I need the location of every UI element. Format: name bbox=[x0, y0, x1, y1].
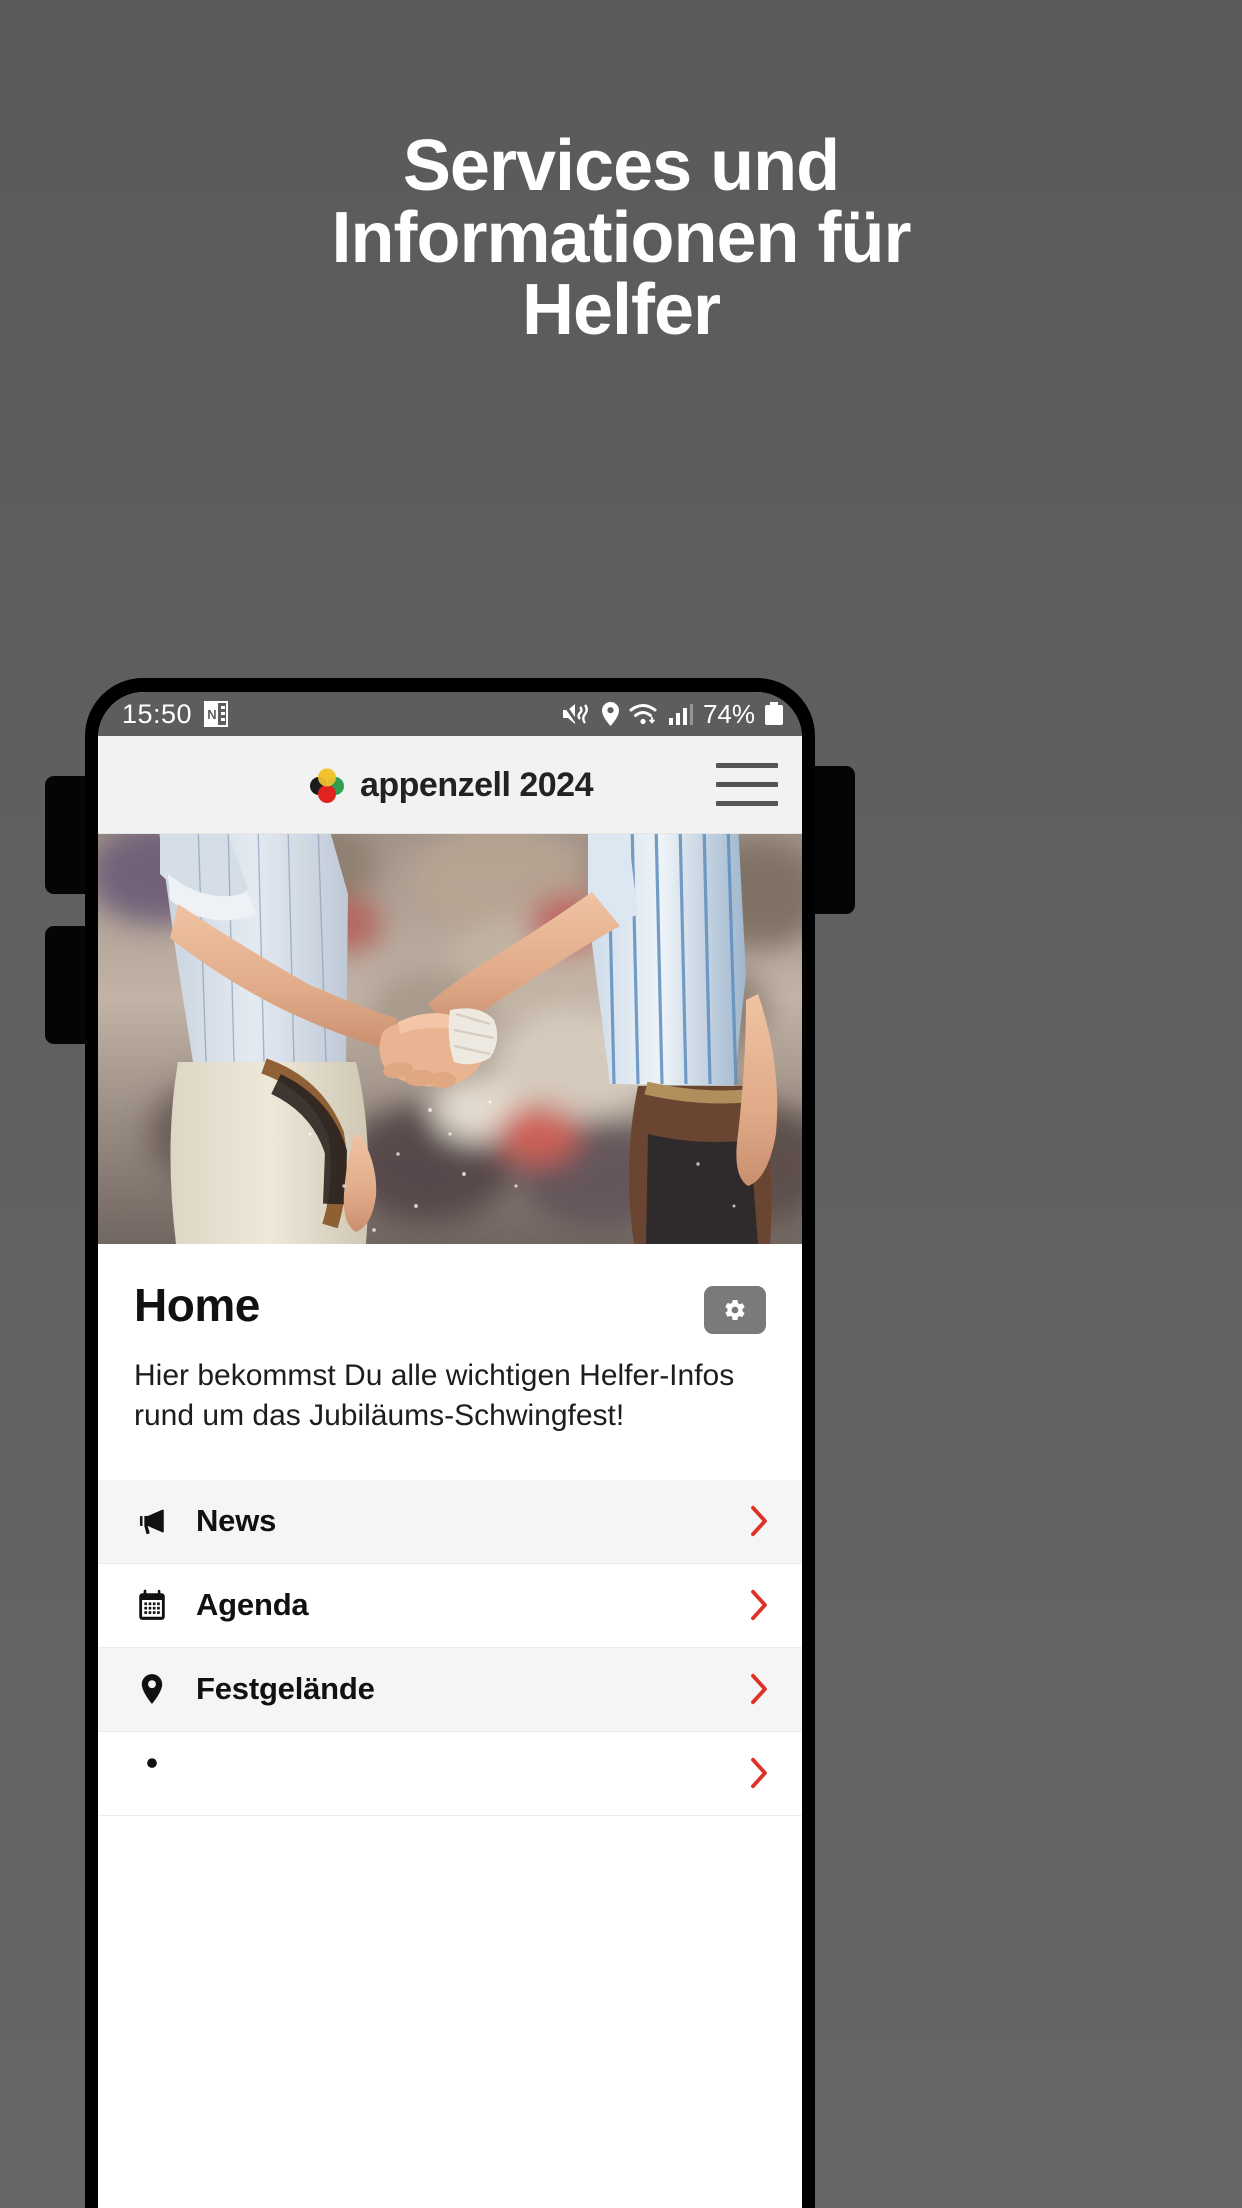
location-pin-icon bbox=[126, 1672, 178, 1706]
status-left-icons: N bbox=[204, 701, 229, 727]
page-description: Hier bekommst Du alle wichtigen Helfer-I… bbox=[134, 1359, 735, 1432]
megaphone-icon bbox=[126, 1504, 178, 1538]
list-item-label: Agenda bbox=[196, 1587, 309, 1623]
headline-line-1: Services und bbox=[402, 126, 840, 206]
status-bar: 15:50 N 74% bbox=[98, 692, 802, 736]
list-item-label: Festgelände bbox=[196, 1671, 375, 1707]
calendar-icon bbox=[126, 1588, 178, 1622]
app-header: appenzell 2024 bbox=[98, 736, 802, 834]
chevron-right-icon bbox=[746, 1587, 772, 1623]
wrestlers-handshake-photo bbox=[98, 834, 802, 1244]
location-icon bbox=[601, 702, 619, 726]
settings-button[interactable] bbox=[704, 1286, 766, 1334]
partial-icon bbox=[126, 1756, 178, 1790]
status-time: 15:50 bbox=[122, 698, 193, 729]
battery-icon bbox=[765, 702, 783, 725]
mute-vibrate-icon bbox=[562, 703, 588, 725]
gear-icon bbox=[725, 1299, 745, 1321]
list-item-label: News bbox=[196, 1503, 277, 1539]
onenote-icon: N bbox=[204, 701, 229, 727]
hero-image bbox=[98, 834, 802, 1244]
headline-line-2: Informationen für bbox=[331, 198, 912, 278]
list-item-news[interactable]: News bbox=[98, 1479, 802, 1564]
hamburger-menu-icon[interactable] bbox=[714, 757, 780, 813]
list-item-agenda[interactable]: Agenda bbox=[98, 1563, 802, 1648]
brand-name: appenzell 2024 bbox=[359, 765, 594, 804]
wifi-icon bbox=[629, 704, 657, 725]
chevron-right-icon bbox=[746, 1671, 772, 1707]
promo-headline: Services und Informationen für Helfer bbox=[0, 130, 1242, 346]
status-right-icons: 74% bbox=[561, 701, 784, 727]
menu-bar-1 bbox=[716, 763, 778, 768]
menu-bar-3 bbox=[716, 801, 778, 806]
chevron-right-icon bbox=[746, 1755, 772, 1791]
power-button[interactable] bbox=[811, 766, 855, 914]
page-title: Home bbox=[134, 1279, 260, 1331]
headline-line-3: Helfer bbox=[521, 270, 721, 350]
list-item-festgelaende[interactable]: Festgelände bbox=[98, 1647, 802, 1732]
phone-screen: 15:50 N 74% appenzell 2024 Home Hier bek… bbox=[98, 692, 802, 2208]
brand: appenzell 2024 bbox=[307, 765, 594, 805]
list-item-partial[interactable] bbox=[98, 1731, 802, 1816]
battery-percent-label: 74% bbox=[702, 699, 755, 729]
volume-down-button[interactable] bbox=[45, 926, 89, 1044]
chevron-right-icon bbox=[746, 1503, 772, 1539]
phone-mockup: 15:50 N 74% appenzell 2024 Home Hier bek… bbox=[45, 678, 855, 2208]
signal-bars-icon bbox=[668, 704, 693, 725]
appenzell-flower-logo bbox=[309, 768, 344, 803]
content-header: Home bbox=[134, 1280, 766, 1334]
svg-text:N: N bbox=[207, 707, 216, 722]
menu-bar-2 bbox=[716, 782, 778, 787]
nav-list: News Agenda Festgelände bbox=[98, 1479, 802, 2208]
content-block: Home Hier bekommst Du alle wichtigen Hel… bbox=[98, 1244, 802, 1480]
phone-bezel: 15:50 N 74% appenzell 2024 Home Hier bek… bbox=[85, 678, 815, 2208]
volume-up-button[interactable] bbox=[45, 776, 89, 894]
